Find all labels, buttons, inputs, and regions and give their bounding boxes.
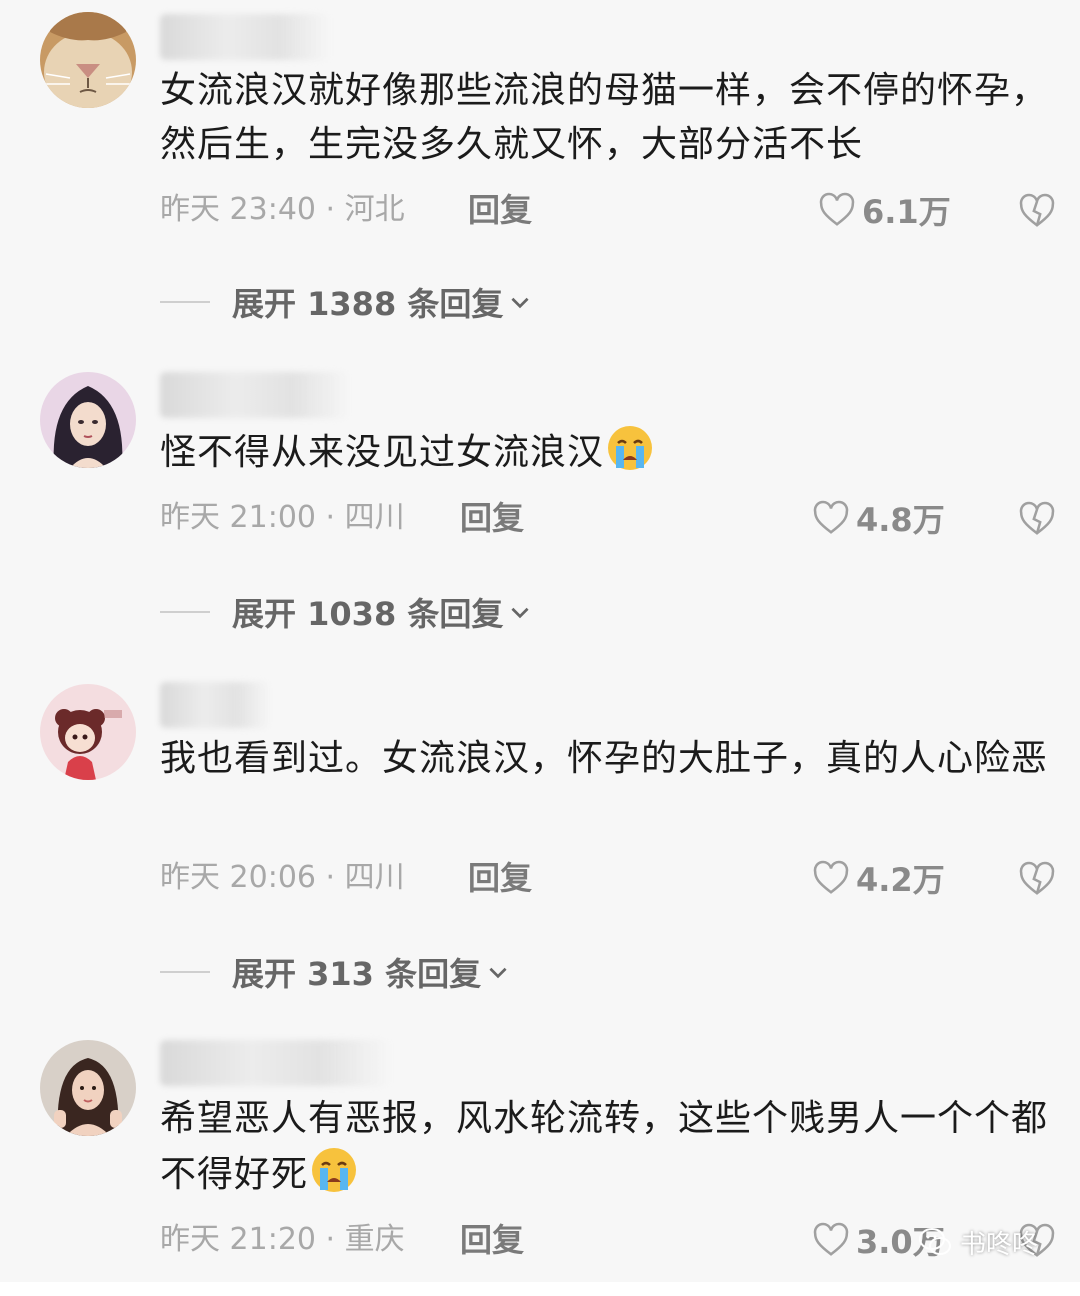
comment-meta: 昨天 23:40 · 河北 <box>160 192 405 227</box>
like-button[interactable]: 6.1万 <box>818 190 951 231</box>
username-blurred[interactable] <box>160 14 330 60</box>
comment-meta: 昨天 20:06 · 四川 <box>160 860 405 895</box>
like-button[interactable]: 4.8万 <box>812 498 945 539</box>
wechat-icon <box>919 1228 951 1255</box>
chevron-down-icon <box>511 297 529 309</box>
like-count: 6.1万 <box>862 193 951 231</box>
expand-label: 展开 1388 条回复 <box>232 285 504 323</box>
heart-icon <box>813 860 849 894</box>
heart-icon <box>813 500 849 534</box>
reply-button[interactable]: 回复 <box>468 190 532 230</box>
reply-button[interactable]: 回复 <box>468 858 532 898</box>
like-count: 4.8万 <box>856 501 945 539</box>
expand-replies-button[interactable]: 展开 1038 条回复 <box>160 592 533 633</box>
divider-line <box>160 301 210 303</box>
dislike-heart-icon[interactable] <box>1018 500 1056 538</box>
dislike-heart-icon[interactable] <box>1018 860 1056 898</box>
anime-girl-avatar[interactable] <box>40 372 136 468</box>
heart-icon <box>819 192 855 226</box>
expand-label: 展开 1038 条回复 <box>232 595 504 633</box>
comment-text: 我也看到过。女流浪汉，怀孕的大肚子，真的人心险恶 <box>160 738 1049 779</box>
comment-text: 希望恶人有恶报，风水轮流转，这些个贱男人一个个都不得好死 <box>160 1092 1050 1202</box>
woman-photo-avatar[interactable] <box>40 1040 136 1136</box>
expand-replies-button[interactable]: 展开 1388 条回复 <box>160 282 533 323</box>
username-blurred[interactable] <box>160 682 270 728</box>
divider-line <box>160 611 210 613</box>
crying-face-icon <box>608 426 653 470</box>
crying-face-icon <box>312 1148 357 1192</box>
heart-icon <box>813 1222 849 1256</box>
like-count: 4.2万 <box>856 861 945 899</box>
watermark: 书咚咚 <box>918 1222 1038 1262</box>
comment-text: 女流浪汉就好像那些流浪的母猫一样，会不停的怀孕，然后生，生完没多久就又怀，大部分… <box>160 70 1049 165</box>
expand-replies-button[interactable]: 展开 313 条回复 <box>160 952 511 993</box>
comment-meta: 昨天 21:20 · 重庆 <box>160 1222 405 1257</box>
reply-button[interactable]: 回复 <box>460 1220 524 1260</box>
chibi-girl-avatar[interactable] <box>40 684 136 780</box>
bottom-edge <box>0 1282 1080 1296</box>
dislike-heart-icon[interactable] <box>1018 192 1056 230</box>
comment-text-content: 希望恶人有恶报，风水轮流转，这些个贱男人一个个都不得好死 <box>160 1098 1049 1195</box>
cat-face-avatar[interactable] <box>40 12 136 108</box>
chevron-down-icon <box>511 607 529 619</box>
divider-line <box>160 971 210 973</box>
comment-text-content: 怪不得从来没见过女流浪汉 <box>160 432 605 473</box>
watermark-text: 书咚咚 <box>960 1229 1039 1260</box>
expand-label: 展开 313 条回复 <box>232 955 482 993</box>
comment-text: 怪不得从来没见过女流浪汉 <box>160 424 1050 480</box>
chevron-down-icon <box>489 967 507 979</box>
username-blurred[interactable] <box>160 1040 390 1086</box>
reply-button[interactable]: 回复 <box>460 498 524 538</box>
comment-meta: 昨天 21:00 · 四川 <box>160 500 405 535</box>
username-blurred[interactable] <box>160 372 350 418</box>
like-button[interactable]: 4.2万 <box>812 858 945 899</box>
